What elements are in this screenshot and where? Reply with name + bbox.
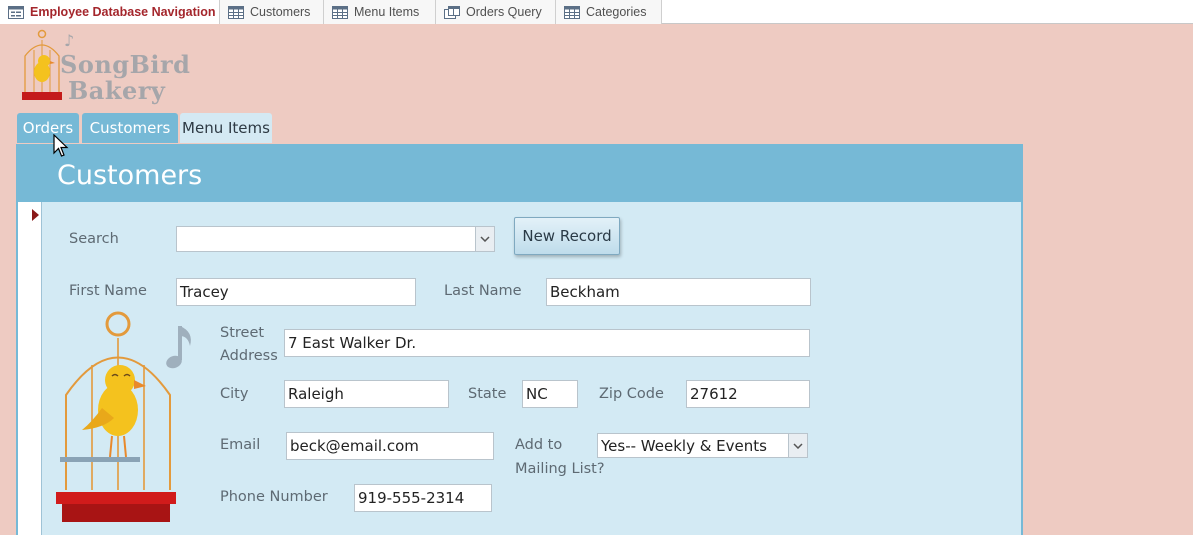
mailing-list-dropdown-button[interactable] (788, 434, 807, 457)
chevron-down-icon (793, 442, 803, 449)
mailing-list-combobox[interactable]: Yes-- Weekly & Events (597, 433, 808, 458)
nav-button-menu-items[interactable]: Menu Items (180, 113, 272, 143)
phone-number-field[interactable]: 919-555-2314 (354, 484, 492, 512)
street-address-label-line1: Street (220, 325, 265, 341)
tab-categories[interactable]: Categories (556, 0, 662, 24)
tab-menu-items[interactable]: Menu Items (324, 0, 436, 24)
first-name-field[interactable]: Tracey (176, 278, 416, 306)
svg-text:♪: ♪ (64, 31, 74, 50)
chevron-down-icon (480, 236, 490, 242)
city-label: City (220, 386, 249, 402)
email-field[interactable]: beck@email.com (286, 432, 494, 460)
first-name-value: Tracey (180, 283, 229, 301)
form-icon (8, 5, 24, 19)
search-label: Search (69, 231, 119, 247)
street-address-value: 7 East Walker Dr. (288, 334, 417, 352)
tab-label: Categories (586, 5, 647, 19)
zip-code-field[interactable]: 27612 (686, 380, 810, 408)
tab-customers[interactable]: Customers (220, 0, 324, 24)
city-field[interactable]: Raleigh (284, 380, 449, 408)
form-title: Customers (57, 160, 203, 191)
new-record-button[interactable]: New Record (514, 217, 620, 255)
music-note-icon (166, 326, 191, 369)
email-label: Email (220, 437, 261, 453)
last-name-value: Beckham (550, 283, 620, 301)
mailing-list-label-line1: Add to (515, 437, 563, 453)
tab-label: Employee Database Navigation (30, 5, 216, 19)
zip-code-label: Zip Code (599, 386, 664, 402)
current-record-icon (32, 209, 39, 221)
phone-number-value: 919-555-2314 (358, 489, 465, 507)
tab-employee-database-navigation[interactable]: Employee Database Navigation (0, 0, 220, 24)
street-address-field[interactable]: 7 East Walker Dr. (284, 329, 810, 357)
zip-code-value: 27612 (690, 385, 738, 403)
search-dropdown-button[interactable] (475, 227, 494, 251)
document-tab-strip: Employee Database Navigation Customers M… (0, 0, 1193, 24)
phone-number-label: Phone Number (220, 489, 328, 505)
nav-button-customers[interactable]: Customers (82, 113, 178, 143)
query-icon (444, 5, 460, 19)
table-icon (332, 5, 348, 19)
logo-text-bakery: Bakery (68, 76, 166, 105)
logo-text-songbird: SongBird (60, 50, 191, 79)
state-label: State (468, 386, 507, 402)
last-name-label: Last Name (444, 283, 522, 299)
tab-label: Menu Items (354, 5, 420, 19)
state-value: NC (526, 385, 548, 403)
songbird-bakery-logo: ♪ SongBird Bakery (20, 28, 190, 110)
email-value: beck@email.com (290, 437, 419, 455)
state-field[interactable]: NC (522, 380, 578, 408)
street-address-label-line2: Address (220, 348, 278, 364)
mailing-list-value: Yes-- Weekly & Events (601, 436, 767, 455)
tab-label: Customers (250, 5, 311, 19)
city-value: Raleigh (288, 385, 344, 403)
table-icon (228, 5, 244, 19)
mailing-list-label-line2: Mailing List? (515, 461, 605, 477)
nav-button-orders[interactable]: Orders (17, 113, 79, 143)
table-icon (564, 5, 580, 19)
first-name-label: First Name (69, 283, 147, 299)
record-selector[interactable] (18, 202, 42, 535)
last-name-field[interactable]: Beckham (546, 278, 811, 306)
search-combobox[interactable] (176, 226, 495, 252)
tab-orders-query[interactable]: Orders Query (436, 0, 556, 24)
mouse-cursor-icon (53, 134, 69, 157)
tab-label: Orders Query (466, 5, 542, 19)
